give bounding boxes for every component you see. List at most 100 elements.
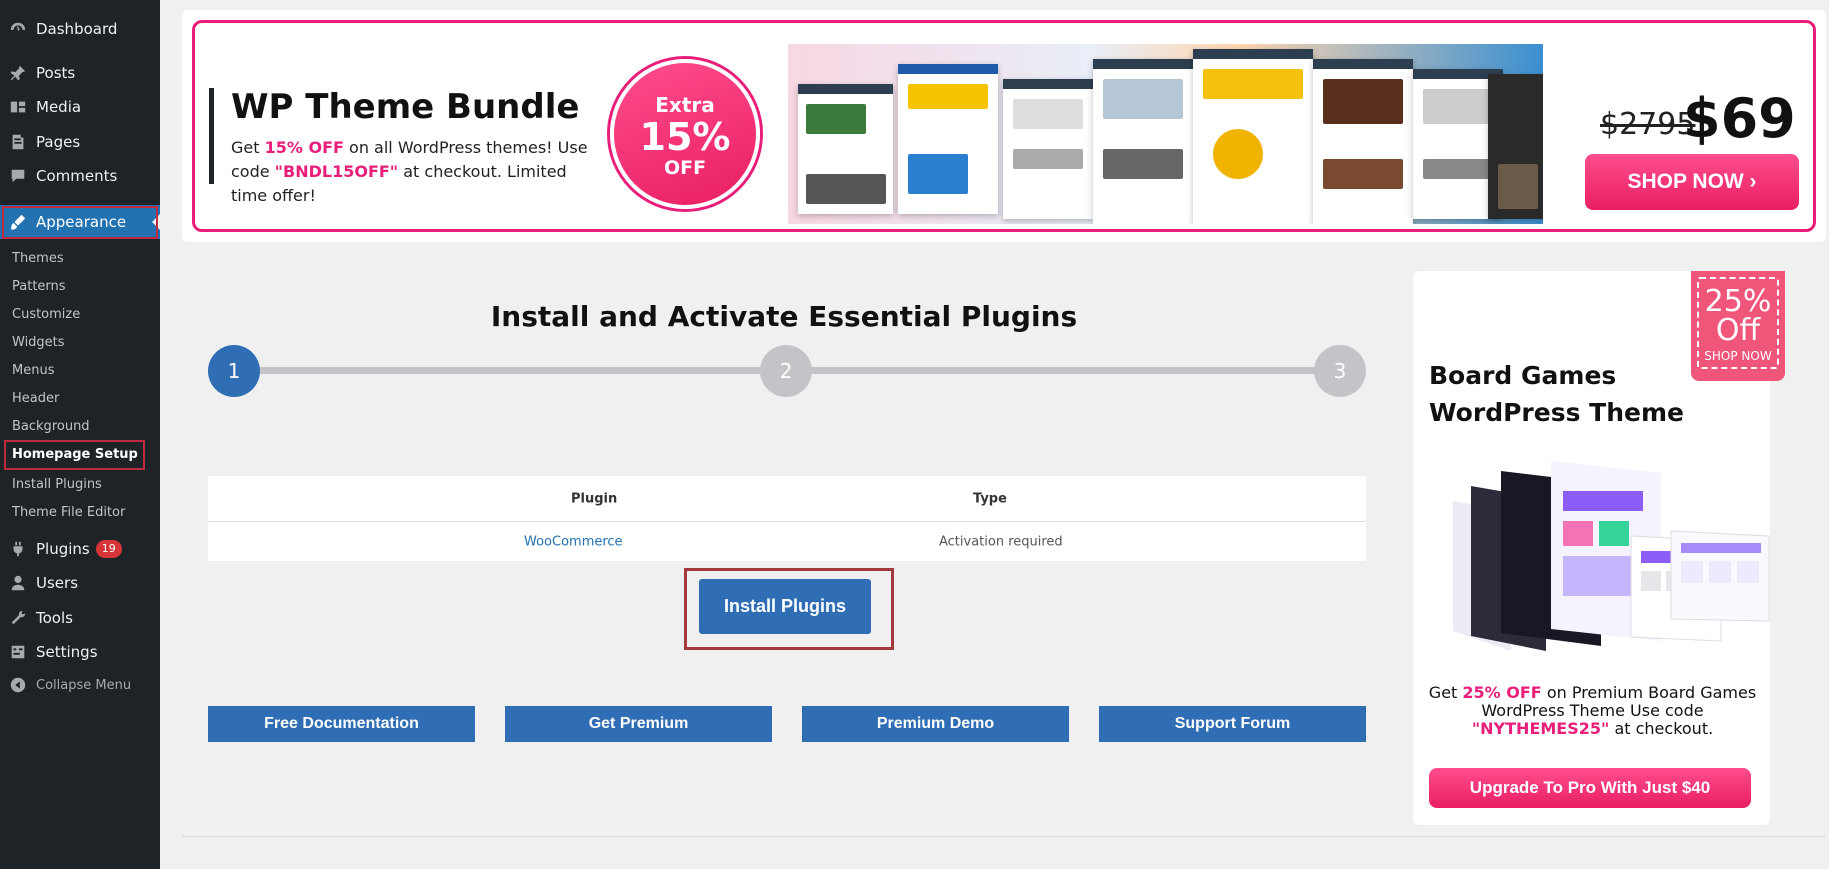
plugins-update-badge: 19 bbox=[95, 540, 122, 558]
plugin-link-woocommerce[interactable]: WooCommerce bbox=[524, 534, 623, 549]
theme-bundle-banner: WP Theme Bundle Get 15% OFF on all WordP… bbox=[182, 10, 1826, 242]
step-2[interactable]: 2 bbox=[760, 345, 812, 397]
menu-pages-label: Pages bbox=[36, 133, 81, 151]
upgrade-to-pro-button[interactable]: Upgrade To Pro With Just $40 bbox=[1429, 768, 1751, 808]
menu-pages[interactable]: Pages bbox=[0, 125, 160, 159]
dashboard-icon bbox=[0, 12, 36, 46]
menu-media[interactable]: Media bbox=[0, 90, 160, 124]
submenu-customize[interactable]: Customize bbox=[12, 307, 80, 322]
page-title: Install and Activate Essential Plugins bbox=[490, 300, 1078, 333]
column-type: Type bbox=[973, 491, 1007, 506]
theme-preview bbox=[798, 84, 893, 214]
menu-media-label: Media bbox=[36, 98, 82, 116]
collapse-icon bbox=[0, 668, 36, 702]
promo-title: Board Games WordPress Theme bbox=[1429, 361, 1684, 427]
banner-desc-text: Get bbox=[231, 138, 265, 157]
menu-comments-label: Comments bbox=[36, 167, 118, 185]
submenu-theme-file-editor[interactable]: Theme File Editor bbox=[12, 505, 125, 520]
banner-coupon-code: "BNDL15OFF" bbox=[274, 162, 399, 181]
theme-preview bbox=[1093, 59, 1193, 224]
plugins-table: Plugin Type WooCommerce Activation requi… bbox=[208, 476, 1366, 561]
menu-settings[interactable]: Settings bbox=[0, 635, 160, 669]
menu-tools[interactable]: Tools bbox=[0, 601, 160, 635]
theme-preview bbox=[1003, 79, 1093, 219]
banner-accent-bar bbox=[209, 88, 214, 184]
shop-now-button[interactable]: SHOP NOW › bbox=[1585, 154, 1799, 210]
active-arrow-icon bbox=[152, 214, 160, 230]
theme-preview bbox=[1488, 74, 1543, 219]
menu-plugins[interactable]: Plugins 19 bbox=[0, 532, 160, 566]
plugin-type: Activation required bbox=[939, 534, 1063, 549]
plugin-setup-panel: Install and Activate Essential Plugins 1… bbox=[182, 270, 1826, 837]
submenu-background[interactable]: Background bbox=[12, 419, 90, 434]
divider bbox=[182, 836, 1826, 837]
free-documentation-button[interactable]: Free Documentation bbox=[208, 706, 475, 742]
menu-comments[interactable]: Comments bbox=[0, 159, 160, 193]
submenu-menus[interactable]: Menus bbox=[12, 363, 54, 378]
submenu-themes[interactable]: Themes bbox=[12, 251, 64, 266]
pin-icon bbox=[0, 56, 36, 90]
menu-appearance[interactable]: Appearance bbox=[0, 205, 160, 239]
discount-ribbon[interactable]: 25% Off SHOP NOW bbox=[1691, 271, 1785, 381]
table-header: Plugin Type bbox=[208, 476, 1366, 522]
pages-icon bbox=[0, 125, 36, 159]
table-row: WooCommerce Activation required bbox=[208, 522, 1366, 561]
menu-tools-label: Tools bbox=[36, 609, 73, 627]
promo-desc-text: at checkout. bbox=[1609, 719, 1714, 738]
menu-users-label: Users bbox=[36, 574, 79, 592]
banner-desc-discount: 15% OFF bbox=[264, 138, 344, 157]
new-price: $69 bbox=[1683, 87, 1796, 150]
menu-collapse-label: Collapse Menu bbox=[36, 677, 132, 693]
board-games-promo: 25% Off SHOP NOW Board Games WordPress T… bbox=[1413, 271, 1785, 825]
premium-demo-button[interactable]: Premium Demo bbox=[802, 706, 1069, 742]
resource-links: Free Documentation Get Premium Premium D… bbox=[208, 706, 1366, 742]
old-price: $2795 bbox=[1600, 107, 1696, 142]
theme-preview bbox=[1313, 59, 1413, 224]
sliders-icon bbox=[0, 635, 36, 669]
theme-preview bbox=[1193, 49, 1313, 224]
banner-description: Get 15% OFF on all WordPress themes! Use… bbox=[231, 136, 601, 208]
menu-settings-label: Settings bbox=[36, 643, 98, 661]
theme-collage-image bbox=[788, 44, 1543, 224]
promo-desc-text: Get bbox=[1428, 683, 1463, 702]
media-icon bbox=[0, 90, 36, 124]
menu-dashboard[interactable]: Dashboard bbox=[0, 12, 160, 46]
discount-circle-top: Extra bbox=[655, 93, 715, 117]
ribbon-off: Off bbox=[1715, 313, 1761, 348]
support-forum-button[interactable]: Support Forum bbox=[1099, 706, 1366, 742]
install-plugins-button[interactable]: Install Plugins bbox=[699, 579, 871, 634]
promo-coupon-code: "NYTHEMES25" bbox=[1471, 719, 1610, 738]
step-3[interactable]: 3 bbox=[1314, 345, 1366, 397]
submenu-header[interactable]: Header bbox=[12, 391, 59, 406]
promo-desc-discount: 25% OFF bbox=[1462, 683, 1542, 702]
brush-icon bbox=[0, 205, 36, 239]
ribbon-shop-now: SHOP NOW bbox=[1704, 349, 1772, 363]
wrench-icon bbox=[0, 601, 36, 635]
discount-circle: Extra 15% OFF bbox=[610, 59, 760, 209]
admin-sidebar: Dashboard Posts Media Pages Comments App… bbox=[0, 0, 160, 869]
submenu-homepage-setup[interactable]: Homepage Setup bbox=[12, 447, 138, 462]
theme-preview bbox=[898, 64, 998, 214]
plug-icon bbox=[0, 532, 36, 566]
menu-users[interactable]: Users bbox=[0, 566, 160, 600]
get-premium-button[interactable]: Get Premium bbox=[505, 706, 772, 742]
menu-appearance-label: Appearance bbox=[36, 213, 127, 231]
step-1[interactable]: 1 bbox=[208, 345, 260, 397]
submenu-install-plugins[interactable]: Install Plugins bbox=[12, 477, 102, 492]
menu-collapse[interactable]: Collapse Menu bbox=[0, 668, 160, 702]
menu-posts-label: Posts bbox=[36, 64, 76, 82]
promo-description: Get 25% OFF on Premium Board Games WordP… bbox=[1427, 684, 1758, 738]
discount-circle-off: OFF bbox=[663, 157, 707, 179]
column-plugin: Plugin bbox=[571, 491, 618, 506]
banner-title: WP Theme Bundle bbox=[231, 87, 580, 127]
menu-plugins-label: Plugins bbox=[36, 540, 90, 558]
theme-mockup-image bbox=[1453, 461, 1770, 651]
submenu-widgets[interactable]: Widgets bbox=[12, 335, 65, 350]
menu-posts[interactable]: Posts bbox=[0, 56, 160, 90]
ribbon-dashed-border: 25% Off SHOP NOW bbox=[1697, 277, 1779, 369]
banner-frame: WP Theme Bundle Get 15% OFF on all WordP… bbox=[192, 20, 1816, 232]
comment-icon bbox=[0, 159, 36, 193]
user-icon bbox=[0, 566, 36, 600]
discount-circle-percent: 15% bbox=[639, 115, 731, 159]
submenu-patterns[interactable]: Patterns bbox=[12, 279, 66, 294]
